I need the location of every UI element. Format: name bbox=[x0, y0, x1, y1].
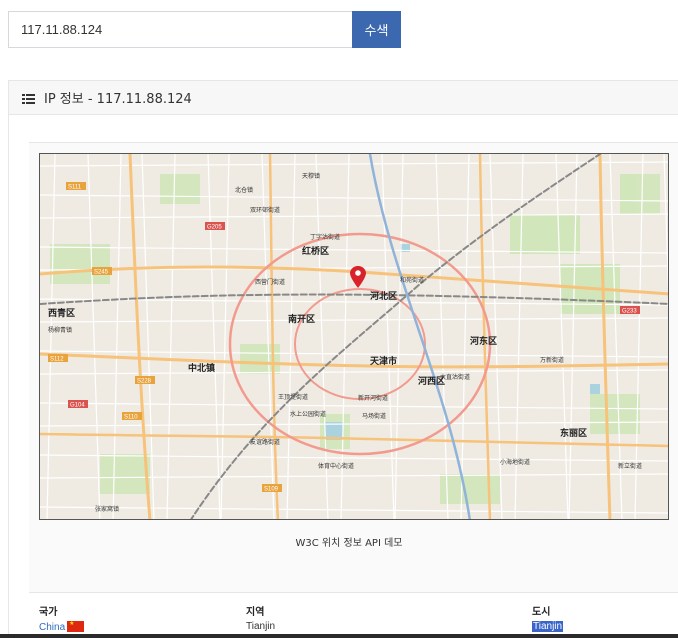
road-badge-label: S110 bbox=[124, 415, 138, 421]
taskbar bbox=[0, 634, 678, 638]
road-badge-label: S245 bbox=[94, 270, 109, 276]
road-badge: S245 bbox=[92, 267, 112, 276]
road-badge: S109 bbox=[262, 484, 282, 493]
country-link[interactable]: China bbox=[39, 622, 65, 633]
map-place-label: 大直沽街道 bbox=[440, 373, 470, 381]
map-place-label: 万新街道 bbox=[540, 356, 564, 364]
road-badge: S112 bbox=[48, 354, 68, 363]
map-place-label: 西营门街道 bbox=[255, 278, 285, 286]
location-table: 국가 지역 도시 China Tianjin Tianjin bbox=[29, 592, 678, 638]
map-district-label: 天津市 bbox=[370, 355, 397, 367]
map-district-label: 南开区 bbox=[288, 313, 315, 325]
map-place-label: 友谊路街道 bbox=[250, 438, 280, 446]
map-place-label: 新开河街道 bbox=[358, 394, 388, 402]
map-place-label: 北仓镇 bbox=[235, 186, 253, 194]
map-place-label: 水上公园街道 bbox=[290, 410, 326, 418]
map-place-label: 和苑街道 bbox=[400, 276, 424, 284]
road-badge-label: S228 bbox=[137, 379, 152, 385]
map-district-label: 河北区 bbox=[370, 290, 397, 302]
road-badge-label: G205 bbox=[207, 225, 222, 231]
panel-heading: IP 정보 - 117.11.88.124 bbox=[9, 81, 678, 115]
header-region: 지역 bbox=[246, 607, 265, 618]
road-badge-label: G104 bbox=[70, 403, 85, 409]
header-city: 도시 bbox=[532, 607, 551, 618]
road-badge: G104 bbox=[68, 400, 88, 409]
map-place-label: 天穆镇 bbox=[302, 172, 320, 180]
map-place-label: 双环邨街道 bbox=[250, 206, 280, 214]
map-place-label: 张家窝镇 bbox=[95, 505, 119, 513]
map-district-label: 河东区 bbox=[470, 335, 497, 347]
map-district-label: 中北镇 bbox=[188, 362, 215, 374]
search-input[interactable] bbox=[8, 11, 352, 48]
map[interactable]: 红桥区 河北区 南开区 河东区 天津市 河西区 西青区 东丽区 中北镇 天穆镇 北仓镇 双环邨街道丁… bbox=[39, 153, 669, 520]
road-badge-label: S112 bbox=[50, 357, 64, 363]
map-district-label: 东丽区 bbox=[560, 427, 587, 439]
search-button[interactable]: 수색 bbox=[352, 11, 401, 48]
map-place-label: 杨柳青镇 bbox=[48, 326, 72, 334]
map-caption: W3C 위치 정보 API 데모 bbox=[295, 538, 403, 549]
header-country: 국가 bbox=[39, 607, 58, 618]
road-badge: S111 bbox=[66, 182, 86, 191]
map-place-label: 马场街道 bbox=[362, 412, 386, 420]
country-cell: China bbox=[39, 621, 85, 633]
map-place-label: 体育中心街道 bbox=[318, 462, 354, 470]
map-place-label: 新立街道 bbox=[618, 462, 642, 470]
road-badge-label: S109 bbox=[264, 487, 279, 493]
region-value: Tianjin bbox=[246, 621, 276, 632]
city-cell: Tianjin bbox=[532, 621, 564, 632]
road-badge: S110 bbox=[122, 412, 142, 421]
map-district-label: 红桥区 bbox=[302, 245, 329, 257]
map-place-label: 小海地街道 bbox=[500, 458, 530, 466]
list-icon bbox=[22, 93, 35, 104]
road-badge: S228 bbox=[135, 376, 155, 385]
map-district-label: 西青区 bbox=[48, 307, 75, 319]
panel-title: IP 정보 - 117.11.88.124 bbox=[44, 92, 192, 107]
ip-info-panel: IP 정보 - 117.11.88.124 红桥区 河北区 南开区 河东区 天津… bbox=[8, 80, 678, 638]
city-value: Tianjin bbox=[532, 621, 564, 632]
china-flag-icon bbox=[67, 621, 85, 632]
map-container: 红桥区 河北区 南开区 河东区 天津市 河西区 西青区 东丽区 中北镇 天穆镇 北仓镇 双环邨街道丁… bbox=[29, 142, 678, 592]
map-place-label: 丁字沽街道 bbox=[310, 233, 340, 241]
map-place-label: 王顶堤街道 bbox=[278, 393, 308, 401]
search-bar: 수색 bbox=[8, 11, 401, 48]
road-badge-label: S111 bbox=[68, 185, 82, 191]
road-badge: G205 bbox=[205, 222, 225, 231]
road-badge: G233 bbox=[620, 306, 640, 315]
road-badge-label: G233 bbox=[622, 309, 637, 315]
